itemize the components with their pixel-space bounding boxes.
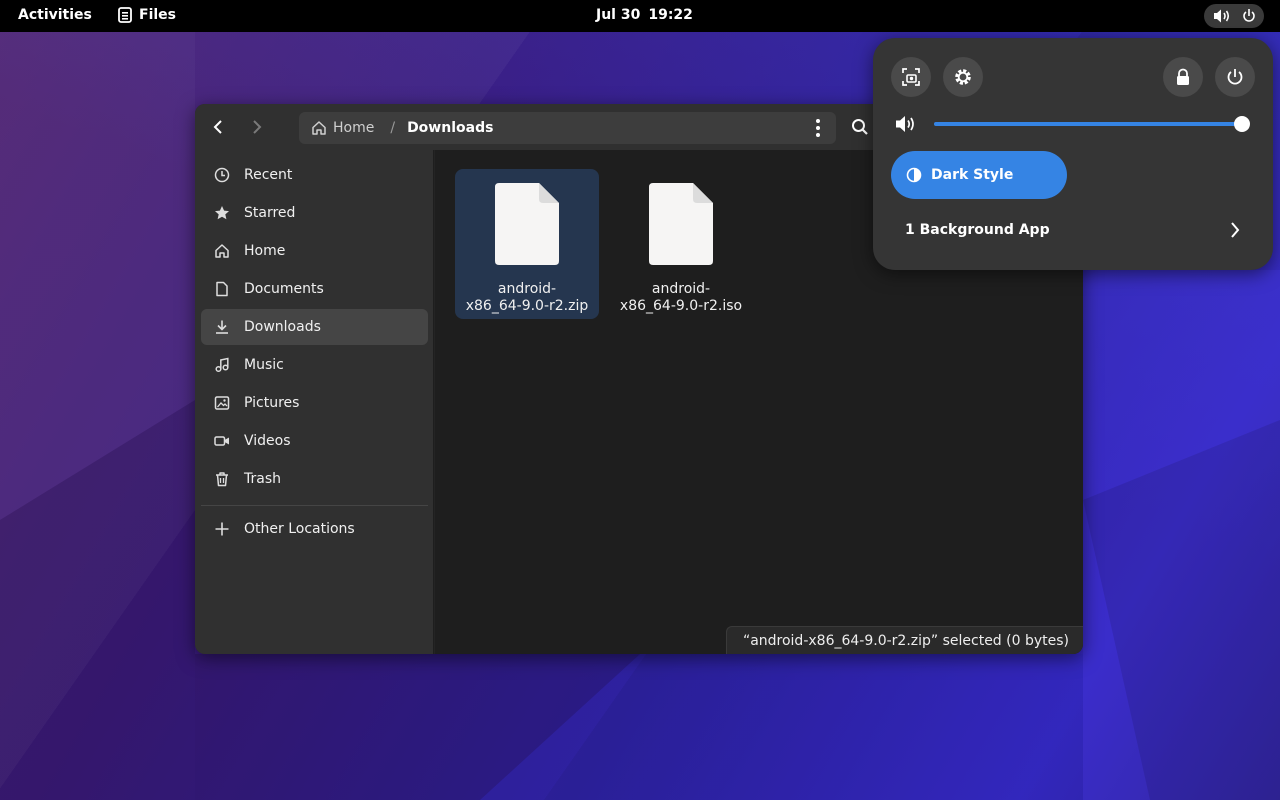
sidebar-list: Recent Starred Home Documents Downloads … (201, 157, 428, 499)
power-icon (1243, 9, 1255, 22)
sidebar-item-music[interactable]: Music (201, 347, 428, 383)
sidebar-item-label: Home (244, 243, 286, 259)
volume-icon (896, 116, 914, 132)
gear-icon (955, 69, 971, 85)
sidebar-item-other-locations[interactable]: Other Locations (201, 511, 428, 547)
search-button[interactable] (845, 112, 875, 142)
sidebar-item-trash[interactable]: Trash (201, 461, 428, 497)
file-icon (495, 183, 559, 265)
activities-button[interactable]: Activities (10, 4, 100, 26)
path-separator: / (390, 120, 396, 136)
background-apps-item[interactable]: 1 Background App (891, 210, 1255, 250)
sidebar-item-label: Documents (244, 281, 324, 297)
sidebar: Recent Starred Home Documents Downloads … (195, 104, 434, 654)
search-icon (852, 119, 868, 135)
power-icon (1227, 69, 1243, 85)
path-bar[interactable]: Home / Downloads (299, 112, 836, 144)
sidebar-item-videos[interactable]: Videos (201, 423, 428, 459)
clock-date: Jul 30 (596, 7, 641, 23)
screenshot-button[interactable] (891, 57, 931, 97)
system-status-button[interactable] (1204, 4, 1264, 28)
volume-icon (1214, 9, 1230, 23)
home-icon (213, 242, 231, 260)
sidebar-other: Other Locations (201, 511, 428, 549)
file-item[interactable]: android- x86_64-9.0-r2.iso (609, 169, 753, 319)
back-button[interactable] (202, 112, 234, 142)
sidebar-item-label: Starred (244, 205, 296, 221)
lock-icon (1177, 68, 1189, 85)
chevron-right-icon (1231, 222, 1240, 238)
dot-icon (816, 126, 820, 130)
file-icon (649, 183, 713, 265)
sidebar-divider (201, 505, 428, 506)
lock-button[interactable] (1163, 57, 1203, 97)
file-name: android- x86_64-9.0-r2.zip (465, 281, 589, 314)
dark-style-label: Dark Style (931, 167, 1014, 183)
top-bar: Activities Files Jul 30 19:22 (0, 0, 1280, 32)
clock-time: 19:22 (648, 7, 693, 23)
app-menu-button[interactable]: Files (112, 4, 182, 26)
dot-icon (816, 119, 820, 123)
path-home-button[interactable]: Home (311, 120, 374, 136)
file-name: android- x86_64-9.0-r2.iso (619, 281, 743, 314)
sidebar-item-pictures[interactable]: Pictures (201, 385, 428, 421)
sidebar-item-label: Trash (244, 471, 281, 487)
quick-settings-menu: Dark Style 1 Background App (873, 38, 1273, 270)
forward-button[interactable] (241, 112, 273, 142)
chevron-right-icon (253, 120, 262, 134)
sidebar-item-home[interactable]: Home (201, 233, 428, 269)
video-icon (213, 432, 231, 450)
path-home-label: Home (333, 120, 375, 136)
sidebar-item-label: Music (244, 357, 284, 373)
power-off-button[interactable] (1215, 57, 1255, 97)
settings-button[interactable] (943, 57, 983, 97)
plus-icon (213, 520, 231, 538)
screenshot-icon (902, 68, 920, 86)
file-item[interactable]: android- x86_64-9.0-r2.zip (455, 169, 599, 319)
clock-button[interactable]: Jul 30 19:22 (588, 4, 701, 26)
sidebar-item-label: Other Locations (244, 521, 355, 537)
volume-slider-fill (934, 122, 1242, 126)
sidebar-item-downloads[interactable]: Downloads (201, 309, 428, 345)
dark-style-toggle[interactable]: Dark Style (891, 151, 1067, 199)
dark-style-icon (906, 167, 922, 183)
sidebar-item-starred[interactable]: Starred (201, 195, 428, 231)
volume-slider-handle[interactable] (1234, 116, 1250, 132)
music-icon (213, 356, 231, 374)
sidebar-item-label: Pictures (244, 395, 300, 411)
sidebar-item-label: Videos (244, 433, 291, 449)
trash-icon (213, 470, 231, 488)
sidebar-item-recent[interactable]: Recent (201, 157, 428, 193)
dot-icon (816, 133, 820, 137)
files-app-icon (118, 7, 132, 23)
path-menu-button[interactable] (810, 118, 826, 138)
document-icon (213, 280, 231, 298)
path-current-folder[interactable]: Downloads (407, 120, 493, 136)
volume-slider[interactable] (934, 116, 1250, 132)
picture-icon (213, 394, 231, 412)
download-icon (213, 318, 231, 336)
clock-icon (213, 166, 231, 184)
home-icon (312, 121, 326, 135)
star-icon (213, 204, 231, 222)
sidebar-item-label: Downloads (244, 319, 321, 335)
background-apps-label: 1 Background App (905, 222, 1050, 238)
sidebar-item-label: Recent (244, 167, 293, 183)
sidebar-item-documents[interactable]: Documents (201, 271, 428, 307)
chevron-left-icon (213, 120, 222, 134)
selection-status: “android-x86_64-9.0-r2.zip” selected (0 … (725, 626, 1083, 654)
app-name: Files (139, 7, 176, 23)
